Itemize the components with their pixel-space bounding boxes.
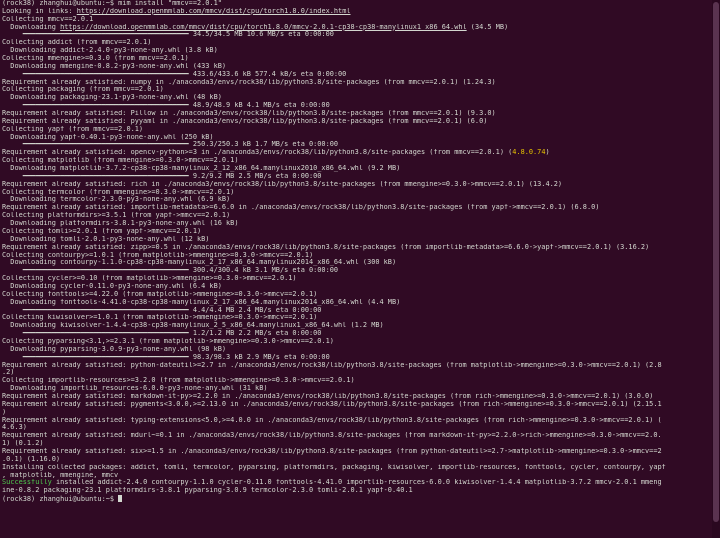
terminal-line: .2) bbox=[2, 369, 15, 377]
terminal-line: Requirement already satisfied: pyyaml in… bbox=[2, 117, 488, 125]
terminal-line: Collecting contourpy>=1.0.1 (from matplo… bbox=[2, 251, 314, 259]
terminal-line: Collecting yapf (from mmcv==2.0.1) bbox=[2, 125, 144, 133]
terminal-line: ━━━━━━━━━━━━━━━━━━━━━━━━━━━━━━━━━━━━━━━━… bbox=[2, 306, 322, 314]
terminal-line: ━━━━━━━━━━━━━━━━━━━━━━━━━━━━━━━━━━━━━━━━… bbox=[2, 141, 339, 149]
terminal-line: Successfully installed addict-2.4.0 cont… bbox=[2, 479, 662, 487]
terminal-line: Collecting platformdirs>=3.5.1 (from yap… bbox=[2, 212, 231, 220]
terminal-line: ━━━━━━━━━━━━━━━━━━━━━━━━━━━━━━━━━━━━━━━━… bbox=[2, 353, 330, 361]
terminal-line: Requirement already satisfied: pygments<… bbox=[2, 400, 662, 408]
terminal-line: Collecting fonttools>=4.22.0 (from matpl… bbox=[2, 290, 318, 298]
terminal-line: Requirement already satisfied: typing-ex… bbox=[2, 416, 662, 424]
terminal-line: Requirement already satisfied: numpy in … bbox=[2, 78, 496, 86]
terminal-line: Downloading mmengine-0.8.2-py3-none-any.… bbox=[2, 62, 227, 70]
terminal-line: Collecting pyparsing<3.1,>=2.3.1 (from m… bbox=[2, 337, 334, 345]
terminal-line: ine-0.8.2 packaging-23.1 platformdirs-3.… bbox=[2, 487, 413, 495]
text-cursor bbox=[118, 495, 123, 503]
terminal-line: ━━━━━━━━━━━━━━━━━━━━━━━━━━━━━━━━━━━━━━━━… bbox=[2, 102, 330, 110]
terminal-line: Downloading packaging-23.1-py3-none-any.… bbox=[2, 94, 222, 102]
terminal-line: .0.1) (1.16.0) bbox=[2, 455, 61, 463]
terminal-line: Requirement already satisfied: rich in .… bbox=[2, 180, 563, 188]
terminal-scrollbar[interactable] bbox=[712, 0, 720, 538]
terminal-line: Collecting addict (from mmcv==2.0.1) bbox=[2, 39, 152, 47]
terminal-line: Requirement already satisfied: six>=1.5 … bbox=[2, 447, 662, 455]
terminal-line: Downloading matplotlib-3.7.2-cp38-cp38-m… bbox=[2, 165, 401, 173]
terminal-line: Requirement already satisfied: markdown-… bbox=[2, 392, 654, 400]
terminal-line: Downloading platformdirs-3.8.1-py3-none-… bbox=[2, 220, 239, 228]
terminal-line: ━━━━━━━━━━━━━━━━━━━━━━━━━━━━━━━━━━━━━━━━… bbox=[2, 70, 347, 78]
terminal-line: Collecting importlib-resources>=3.2.0 (f… bbox=[2, 377, 355, 385]
terminal-line: , matplotlib, mmengine, mmcv bbox=[2, 471, 119, 479]
terminal-line: Requirement already satisfied: python-da… bbox=[2, 361, 662, 369]
terminal-line: Collecting mmcv==2.0.1 bbox=[2, 15, 94, 23]
terminal-line: Downloading tomli-2.0.1-py3-none-any.whl… bbox=[2, 235, 210, 243]
terminal-line: Collecting packaging (from mmcv==2.0.1) bbox=[2, 86, 164, 94]
terminal-line: Downloading kiwisolver-1.4.4-cp38-cp38-m… bbox=[2, 322, 384, 330]
terminal-line: ━━━━━━━━━━━━━━━━━━━━━━━━━━━━━━━━━━━━━━━━… bbox=[2, 31, 334, 39]
terminal-line: Collecting matplotlib (from mmengine>=0.… bbox=[2, 157, 239, 165]
terminal-line: ━━━━━━━━━━━━━━━━━━━━━━━━━━━━━━━━━━━━━━━━… bbox=[2, 172, 322, 180]
terminal-line: Downloading pyparsing-3.0.9-py3-none-any… bbox=[2, 345, 227, 353]
terminal-line: Installing collected packages: addict, t… bbox=[2, 463, 666, 471]
terminal-line: Collecting tomli>=2.0.1 (from yapf->mmcv… bbox=[2, 227, 202, 235]
terminal-output[interactable]: (rock38) zhanghui@ubuntu:~$ mim install … bbox=[0, 0, 712, 538]
terminal-line: Requirement already satisfied: importlib… bbox=[2, 204, 600, 212]
url-link[interactable]: https://download.openmmlab.com/mmcv/dist… bbox=[77, 8, 351, 15]
scrollbar-thumb[interactable] bbox=[713, 2, 719, 522]
terminal-line: Downloading fonttools-4.41.0-cp38-cp38-m… bbox=[2, 298, 401, 306]
terminal-line: ) bbox=[2, 408, 7, 416]
terminal-line: Downloading addict-2.4.0-py3-none-any.wh… bbox=[2, 47, 218, 55]
terminal-line: Collecting termcolor (from mmengine>=0.3… bbox=[2, 188, 235, 196]
terminal-line: Requirement already satisfied: zipp>=0.5… bbox=[2, 243, 650, 251]
terminal-line: Downloading cycler-0.11.0-py3-none-any.w… bbox=[2, 282, 222, 290]
terminal-line: Collecting kiwisolver>=1.0.1 (from matpl… bbox=[2, 314, 318, 322]
terminal-line: ━━━━━━━━━━━━━━━━━━━━━━━━━━━━━━━━━━━━━━━━… bbox=[2, 330, 322, 338]
terminal-line: Requirement already satisfied: mdurl~=0.… bbox=[2, 432, 662, 440]
terminal-line: 4.6.3) bbox=[2, 424, 27, 432]
terminal-line: Requirement already satisfied: opencv-py… bbox=[2, 149, 550, 157]
terminal-line: Looking in links: https://download.openm… bbox=[2, 7, 351, 15]
terminal-line: Downloading contourpy-1.1.0-cp38-cp38-ma… bbox=[2, 259, 397, 267]
terminal-line: Downloading https://download.openmmlab.c… bbox=[2, 23, 509, 31]
terminal-line: Downloading yapf-0.40.1-py3-none-any.whl… bbox=[2, 133, 214, 141]
url-link[interactable]: https://download.openmmlab.com/mmcv/dist… bbox=[60, 24, 467, 31]
terminal-line: Collecting cycler>=0.10 (from matplotlib… bbox=[2, 275, 297, 283]
terminal-line: Downloading importlib_resources-6.0.0-py… bbox=[2, 385, 268, 393]
terminal-line: 1) (0.1.2) bbox=[2, 440, 44, 448]
terminal-line: Requirement already satisfied: Pillow in… bbox=[2, 110, 496, 118]
terminal-line: Collecting mmengine>=0.3.0 (from mmcv==2… bbox=[2, 55, 189, 63]
terminal-line: (rock38) zhanghui@ubuntu:~$ mim install … bbox=[2, 0, 222, 7]
terminal-line: ━━━━━━━━━━━━━━━━━━━━━━━━━━━━━━━━━━━━━━━━… bbox=[2, 267, 339, 275]
terminal-line: Downloading termcolor-2.3.0-py3-none-any… bbox=[2, 196, 231, 204]
shell-prompt: (rock38) zhanghui@ubuntu:~$ bbox=[2, 495, 712, 503]
